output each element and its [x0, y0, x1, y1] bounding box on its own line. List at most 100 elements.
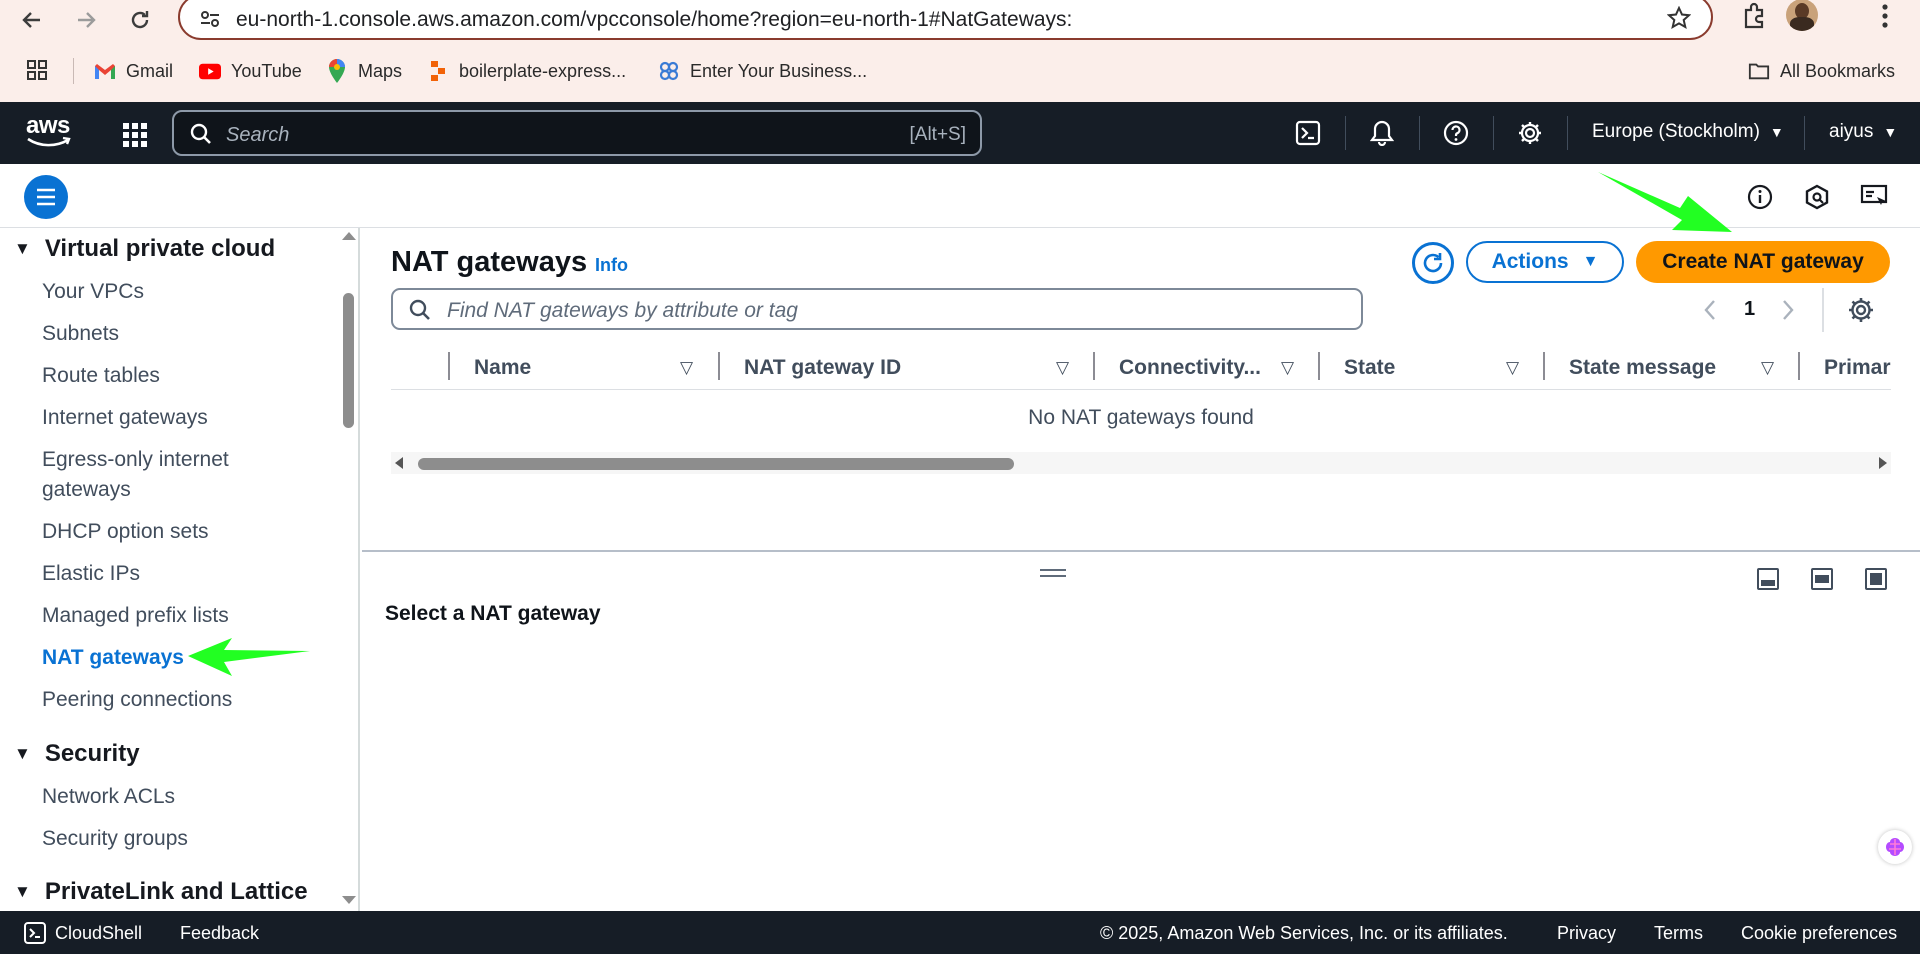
section-security[interactable]: ▼ Security — [14, 740, 140, 768]
side-navigation: ▼ Virtual private cloud Your VPCs Subnet… — [0, 228, 360, 911]
tutorial-panel-icon[interactable] — [1860, 184, 1888, 215]
prev-page-icon[interactable] — [1702, 298, 1718, 327]
column-divider — [1318, 352, 1320, 380]
column-header-name[interactable]: Name — [474, 356, 531, 380]
column-header-connectivity[interactable]: Connectivity... — [1119, 356, 1261, 380]
next-page-icon[interactable] — [1780, 298, 1796, 327]
footer-terms-link[interactable]: Terms — [1654, 923, 1703, 944]
browser-chrome: eu-north-1.console.aws.amazon.com/vpccon… — [0, 0, 1920, 102]
resources-hexagon-icon[interactable] — [1804, 184, 1830, 215]
info-panel-icon[interactable] — [1747, 184, 1773, 215]
split-panel-resize-handle[interactable] — [1040, 569, 1066, 577]
bookmark-maps[interactable]: Maps — [326, 58, 402, 84]
sort-icon[interactable]: ▽ — [680, 358, 693, 378]
account-label: aiyus — [1829, 121, 1874, 142]
split-position-bottom-icon[interactable] — [1757, 568, 1779, 590]
scroll-down-icon[interactable] — [342, 896, 356, 904]
sidebar-item-dhcp-option-sets[interactable]: DHCP option sets — [42, 517, 209, 547]
column-header-nat-gateway-id[interactable]: NAT gateway ID — [744, 356, 901, 380]
cloudshell-icon[interactable] — [24, 922, 46, 949]
side-nav-toggle-button[interactable] — [24, 175, 68, 219]
all-bookmarks[interactable]: All Bookmarks — [1748, 58, 1895, 84]
page-title: NAT gateways — [391, 246, 588, 278]
back-icon[interactable] — [16, 4, 48, 36]
footer-copyright: © 2025, Amazon Web Services, Inc. or its… — [1100, 923, 1508, 943]
bookmark-business[interactable]: Enter Your Business... — [658, 58, 867, 84]
settings-gear-icon[interactable] — [1516, 119, 1544, 147]
aws-logo[interactable]: aws — [26, 114, 72, 148]
forward-icon[interactable] — [70, 4, 102, 36]
sidebar-item-your-vpcs[interactable]: Your VPCs — [42, 277, 144, 307]
actions-label: Actions — [1491, 250, 1569, 273]
sidebar-scroll-thumb[interactable] — [343, 293, 354, 428]
sidebar-item-managed-prefix-lists[interactable]: Managed prefix lists — [42, 601, 229, 631]
help-icon[interactable] — [1442, 119, 1470, 147]
bookmark-star-icon[interactable] — [1666, 5, 1692, 35]
sidebar-item-peering-connections[interactable]: Peering connections — [42, 685, 232, 715]
amazon-q-brain-icon[interactable] — [1878, 830, 1912, 864]
bookmark-label: Gmail — [126, 60, 174, 81]
footer-feedback-link[interactable]: Feedback — [180, 923, 259, 944]
footer-cloudshell-link[interactable]: CloudShell — [55, 923, 142, 944]
notifications-bell-icon[interactable] — [1368, 119, 1396, 147]
cloudshell-icon[interactable] — [1294, 119, 1322, 147]
sidebar-item-route-tables[interactable]: Route tables — [42, 361, 160, 391]
site-info-icon[interactable] — [200, 10, 220, 33]
bookmark-gmail[interactable]: Gmail — [94, 58, 173, 84]
column-divider — [1093, 352, 1095, 380]
address-bar[interactable]: eu-north-1.console.aws.amazon.com/vpccon… — [178, 0, 1713, 40]
info-link[interactable]: Info — [595, 255, 628, 276]
section-virtual-private-cloud[interactable]: ▼ Virtual private cloud — [14, 235, 275, 263]
sidebar-item-elastic-ips[interactable]: Elastic IPs — [42, 559, 140, 589]
current-page[interactable]: 1 — [1744, 298, 1755, 321]
sidebar-item-network-acls[interactable]: Network ACLs — [42, 782, 175, 812]
search-placeholder: Search — [226, 124, 290, 146]
bookmark-label: Maps — [358, 60, 403, 81]
filter-input[interactable]: Find NAT gateways by attribute or tag — [391, 288, 1363, 330]
create-nat-gateway-button[interactable]: Create NAT gateway — [1636, 241, 1890, 283]
sidebar-item-internet-gateways[interactable]: Internet gateways — [42, 403, 208, 433]
folder-icon — [1748, 60, 1770, 82]
bookmark-boilerplate[interactable]: boilerplate-express... — [427, 58, 626, 84]
scroll-up-icon[interactable] — [342, 232, 356, 240]
column-header-state[interactable]: State — [1344, 356, 1395, 380]
profile-avatar[interactable] — [1786, 0, 1818, 31]
footer-privacy-link[interactable]: Privacy — [1557, 923, 1616, 944]
column-header-state-message[interactable]: State message — [1569, 356, 1716, 380]
sort-icon[interactable]: ▽ — [1506, 358, 1519, 378]
actions-button[interactable]: Actions ▼ — [1466, 241, 1624, 283]
sort-icon[interactable]: ▽ — [1761, 358, 1774, 378]
region-label: Europe (Stockholm) — [1592, 121, 1760, 142]
apps-grid-icon[interactable] — [26, 59, 48, 86]
bookmark-youtube[interactable]: YouTube — [199, 58, 302, 84]
section-privatelink-and-lattice[interactable]: ▼ PrivateLink and Lattice — [14, 878, 308, 906]
empty-state-message: No NAT gateways found — [1028, 406, 1254, 429]
sidebar-item-nat-gateways[interactable]: NAT gateways — [42, 643, 184, 673]
sidebar-item-security-groups[interactable]: Security groups — [42, 824, 188, 854]
reload-icon[interactable] — [124, 4, 156, 36]
refresh-button[interactable] — [1412, 242, 1454, 284]
split-position-full-icon[interactable] — [1865, 568, 1887, 590]
footer-cookie-preferences-link[interactable]: Cookie preferences — [1741, 923, 1897, 944]
search-icon — [409, 299, 431, 326]
horizontal-scroll-thumb[interactable] — [418, 458, 1014, 470]
more-menu-icon[interactable] — [1880, 2, 1890, 35]
scroll-right-icon[interactable] — [1879, 457, 1887, 469]
table-preferences-gear-icon[interactable] — [1848, 297, 1874, 328]
sidebar-item-subnets[interactable]: Subnets — [42, 319, 119, 349]
annotation-arrow-down-right — [1598, 172, 1732, 232]
global-search-input[interactable]: Search [Alt+S] — [172, 110, 982, 156]
column-header-primary[interactable]: Primar — [1824, 356, 1891, 380]
table-horizontal-scrollbar[interactable] — [391, 452, 1891, 474]
scroll-left-icon[interactable] — [395, 457, 403, 469]
extensions-icon[interactable] — [1740, 2, 1768, 35]
bookmarks-divider — [73, 58, 74, 84]
region-selector[interactable]: Europe (Stockholm) ▼ — [1592, 121, 1784, 143]
sidebar-item-egress-only-internet-gateways[interactable]: Egress-only internet gateways — [42, 445, 282, 505]
sort-icon[interactable]: ▽ — [1281, 358, 1294, 378]
split-position-side-icon[interactable] — [1811, 568, 1833, 590]
account-menu[interactable]: aiyus ▼ — [1829, 121, 1897, 143]
sort-icon[interactable]: ▽ — [1056, 358, 1069, 378]
aws-top-nav: aws Search [Alt+S] Europe (Stockholm) ▼ … — [0, 102, 1920, 164]
services-menu-icon[interactable] — [122, 122, 148, 153]
